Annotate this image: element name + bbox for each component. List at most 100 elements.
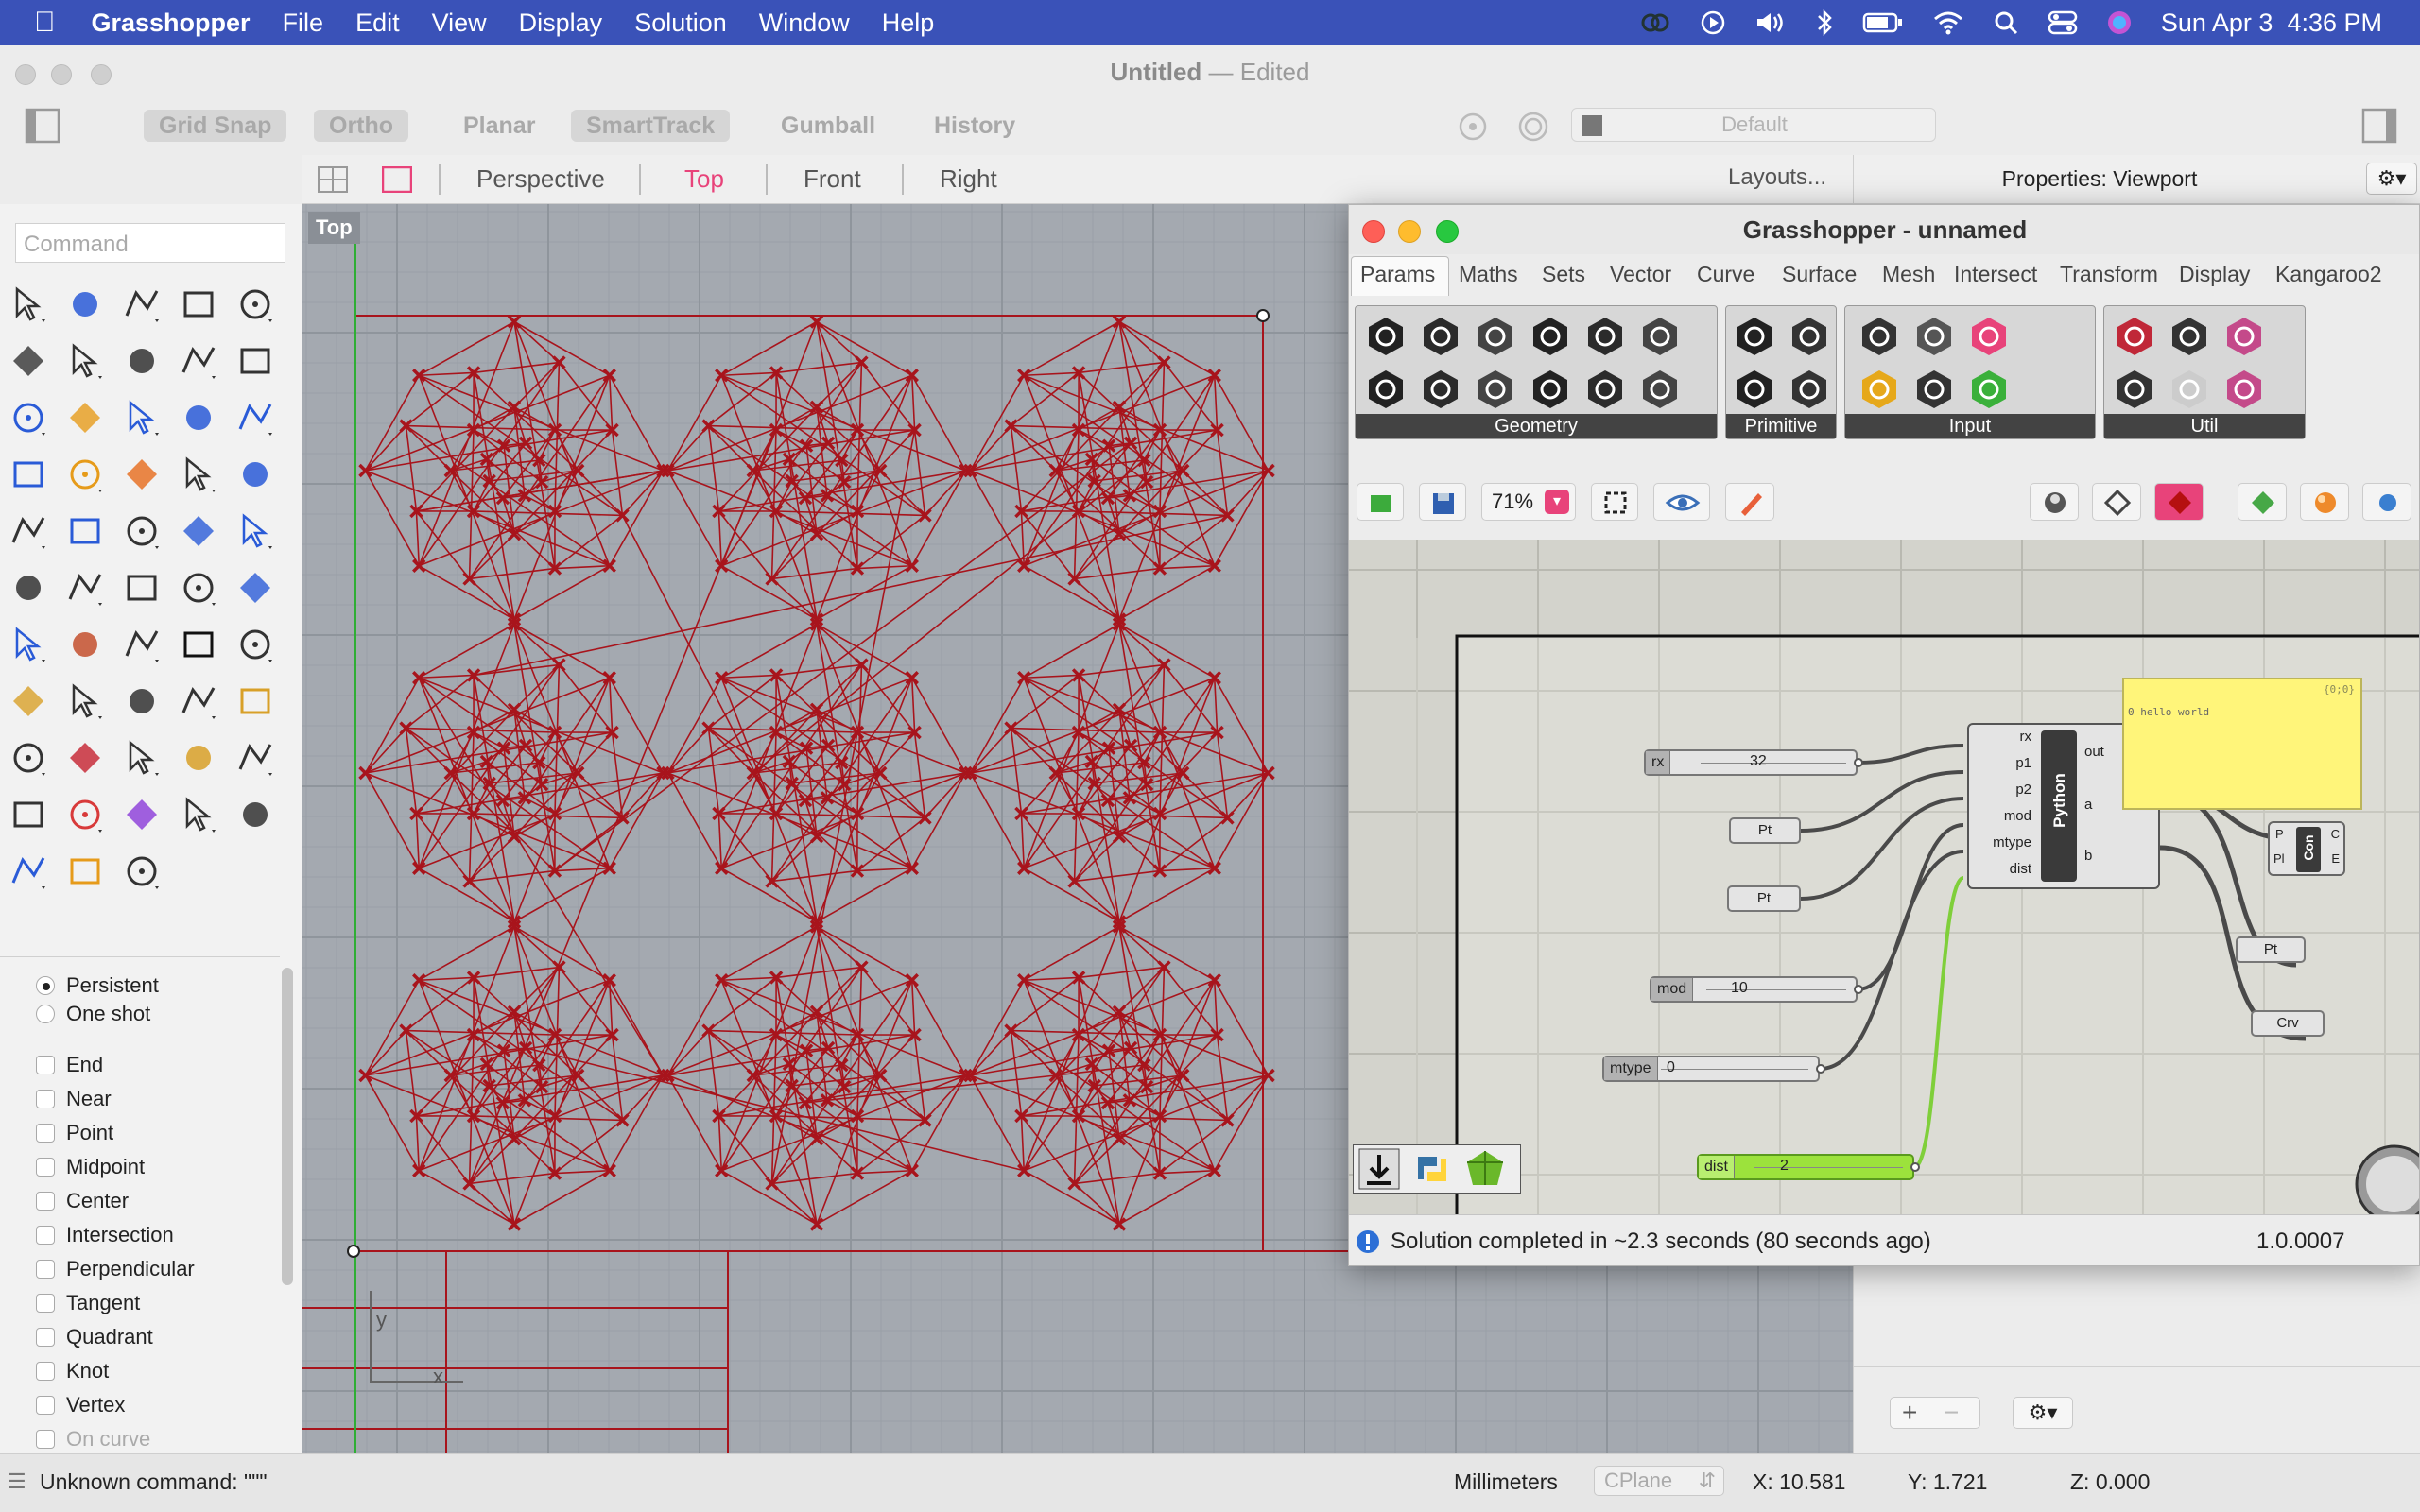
play-circle-icon[interactable] bbox=[1700, 9, 1726, 36]
hatch-icon[interactable] bbox=[234, 794, 276, 835]
boolean-icon[interactable] bbox=[8, 510, 49, 552]
preview-selected-button[interactable] bbox=[2154, 483, 2204, 521]
minimize-window-button[interactable] bbox=[51, 64, 72, 85]
output-grip[interactable] bbox=[1816, 1064, 1825, 1074]
select-arrow-icon[interactable] bbox=[8, 284, 49, 325]
python-core[interactable]: Python bbox=[2041, 730, 2077, 882]
python-input-rx[interactable]: rx bbox=[2020, 729, 2032, 745]
pt-param-2[interactable]: Pt bbox=[1727, 885, 1801, 912]
volume-icon[interactable] bbox=[1754, 9, 1787, 36]
g-util-component-3-icon[interactable] bbox=[2112, 367, 2157, 412]
smarttrack-toggle[interactable]: SmartTrack bbox=[571, 110, 731, 142]
named-view-icon[interactable] bbox=[121, 737, 163, 779]
layouts-button[interactable]: Layouts... bbox=[1728, 164, 1826, 191]
g-inp-component-0-icon[interactable] bbox=[1857, 314, 1902, 359]
g-util-component-0-icon[interactable] bbox=[2112, 314, 2157, 359]
split-icon[interactable] bbox=[234, 454, 276, 495]
gh-tab-transform[interactable]: Transform bbox=[2060, 262, 2158, 287]
bluetooth-icon[interactable] bbox=[1815, 9, 1834, 37]
g-geo-component-4-icon[interactable] bbox=[1582, 314, 1628, 359]
con-core[interactable]: Con bbox=[2296, 827, 2321, 872]
single-viewport-icon[interactable] bbox=[382, 166, 412, 193]
arc-icon[interactable] bbox=[64, 340, 106, 382]
cplane-select[interactable]: CPlane ⇵ bbox=[1594, 1466, 1724, 1496]
extrude-icon[interactable] bbox=[64, 397, 106, 438]
python-input-mtype[interactable]: mtype bbox=[1993, 834, 2031, 850]
polygon-icon[interactable] bbox=[178, 340, 219, 382]
flag-icon[interactable] bbox=[64, 850, 106, 892]
pt-param-out[interactable]: Pt bbox=[2236, 936, 2306, 963]
osnap-persistent[interactable]: Persistent bbox=[36, 973, 159, 998]
osnap-near[interactable]: Near bbox=[36, 1087, 112, 1111]
sphere-icon[interactable] bbox=[178, 397, 219, 438]
g-prim-component-3-icon[interactable] bbox=[1787, 367, 1832, 412]
slider-track[interactable] bbox=[1706, 989, 1846, 990]
g-prim-component-1-icon[interactable] bbox=[1787, 314, 1832, 359]
render-icon[interactable] bbox=[178, 794, 219, 835]
osnap-tangent[interactable]: Tangent bbox=[36, 1291, 140, 1315]
python-output-out[interactable]: out bbox=[2084, 744, 2104, 760]
g-geo-component-5-icon[interactable] bbox=[1637, 314, 1683, 359]
planar-toggle[interactable]: Planar bbox=[448, 110, 550, 142]
text-panel[interactable]: 0 hello world {0;0} bbox=[2122, 678, 2362, 810]
gh-tab-kangaroo2[interactable]: Kangaroo2 bbox=[2275, 262, 2382, 287]
gh-close-button[interactable] bbox=[1362, 220, 1385, 243]
osnap-intersection[interactable]: Intersection bbox=[36, 1223, 174, 1247]
trim-icon[interactable] bbox=[178, 454, 219, 495]
gh-canvas-graphics[interactable] bbox=[1349, 540, 2420, 1214]
python-input-p2[interactable]: p2 bbox=[2015, 782, 2031, 798]
con-in-0[interactable]: P bbox=[2275, 827, 2284, 841]
annotation-icon[interactable] bbox=[64, 624, 106, 665]
mirror-icon[interactable] bbox=[8, 567, 49, 609]
osnap-checkbox[interactable] bbox=[36, 1158, 55, 1177]
gh-minimize-button[interactable] bbox=[1398, 220, 1421, 243]
history-toggle[interactable]: History bbox=[919, 110, 1030, 142]
con-out-0[interactable]: C bbox=[2331, 827, 2340, 841]
osnap-checkbox[interactable] bbox=[36, 1294, 55, 1313]
car-icon[interactable] bbox=[64, 737, 106, 779]
preview-wireframe-button[interactable] bbox=[2030, 483, 2079, 521]
gh-tab-curve[interactable]: Curve bbox=[1697, 262, 1754, 287]
python-input-p1[interactable]: p1 bbox=[2015, 755, 2031, 771]
osnap-checkbox[interactable] bbox=[36, 1090, 55, 1108]
output-grip[interactable] bbox=[1854, 758, 1863, 767]
osnap-vertex[interactable]: Vertex bbox=[36, 1393, 125, 1418]
viewport-label[interactable]: Top bbox=[308, 212, 360, 244]
gh-zoom-button[interactable] bbox=[1436, 220, 1459, 243]
g-util-component-5-icon[interactable] bbox=[2221, 367, 2267, 412]
zoom-target-icon[interactable] bbox=[234, 680, 276, 722]
creative-cloud-icon[interactable] bbox=[1639, 10, 1671, 35]
battery-icon[interactable] bbox=[1862, 10, 1904, 35]
four-viewports-icon[interactable] bbox=[318, 166, 348, 193]
preview-shaded-button[interactable] bbox=[2092, 483, 2141, 521]
render-button[interactable] bbox=[2300, 483, 2349, 521]
g-inp-component-3-icon[interactable] bbox=[1857, 367, 1902, 412]
g-geo-component-2-icon[interactable] bbox=[1473, 314, 1518, 359]
osnap-scrollbar[interactable] bbox=[282, 968, 293, 1285]
output-grip[interactable] bbox=[1854, 985, 1863, 994]
osnap-center[interactable]: Center bbox=[36, 1189, 129, 1213]
g-geo-component-10-icon[interactable] bbox=[1582, 367, 1628, 412]
curve-icon[interactable] bbox=[178, 284, 219, 325]
osnap-perpendicular[interactable]: Perpendicular bbox=[36, 1257, 195, 1281]
g-geo-component-0-icon[interactable] bbox=[1363, 314, 1409, 359]
g-geo-component-9-icon[interactable] bbox=[1528, 367, 1573, 412]
g-prim-component-2-icon[interactable] bbox=[1732, 367, 1777, 412]
camera-icon[interactable] bbox=[178, 737, 219, 779]
slider-track[interactable] bbox=[1701, 763, 1846, 764]
python-output-b[interactable]: b bbox=[2084, 848, 2092, 864]
osnap-checkbox[interactable] bbox=[36, 1260, 55, 1279]
ortho-toggle[interactable]: Ortho bbox=[314, 110, 409, 142]
persistent-radio[interactable] bbox=[36, 976, 55, 995]
osnap-disk-icon[interactable] bbox=[1516, 110, 1550, 144]
con-in-1[interactable]: Pl bbox=[2273, 851, 2285, 866]
python-input-dist[interactable]: dist bbox=[2010, 861, 2031, 877]
tab-top[interactable]: Top bbox=[684, 164, 724, 194]
light-bulb-icon[interactable] bbox=[234, 737, 276, 779]
python-input-mod[interactable]: mod bbox=[2004, 808, 2031, 824]
surface-icon[interactable] bbox=[8, 397, 49, 438]
gh-tab-mesh[interactable]: Mesh bbox=[1882, 262, 1935, 287]
g-geo-component-6-icon[interactable] bbox=[1363, 367, 1409, 412]
rectangle-icon[interactable] bbox=[121, 340, 163, 382]
g-inp-component-5-icon[interactable] bbox=[1966, 367, 2012, 412]
